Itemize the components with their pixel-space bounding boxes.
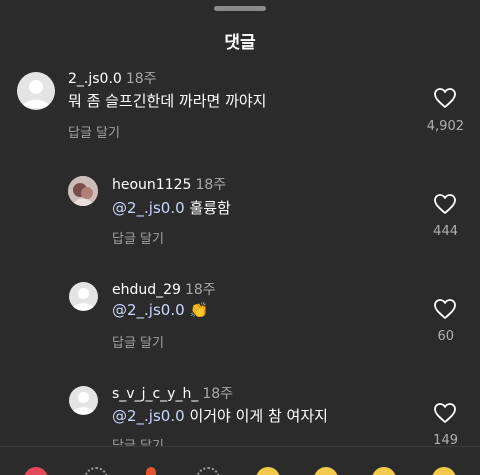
reply-button[interactable]: 답글 달기 bbox=[112, 228, 164, 247]
mention-link[interactable]: @2_.js0.0 bbox=[112, 407, 185, 425]
mention-link[interactable]: @2_.js0.0 bbox=[112, 301, 185, 319]
like-count: 60 bbox=[437, 329, 454, 344]
comment-time: 18주 bbox=[195, 177, 227, 193]
drag-handle[interactable] bbox=[214, 6, 266, 11]
comment-meta: ehdud_29 18주 bbox=[112, 279, 216, 299]
user-avatar[interactable] bbox=[68, 176, 98, 206]
comment-time: 18주 bbox=[184, 282, 216, 298]
heart-outline-icon[interactable] bbox=[433, 298, 457, 320]
heart-outline-icon[interactable] bbox=[433, 193, 457, 215]
comment-meta: 2_.js0.0 18주 bbox=[68, 68, 157, 88]
comment-username[interactable]: 2_.js0.0 bbox=[68, 71, 122, 87]
like-count: 444 bbox=[433, 224, 458, 239]
sheet-title: 댓글 bbox=[224, 33, 256, 53]
like-count: 4,902 bbox=[426, 119, 464, 134]
default-avatar-icon[interactable] bbox=[69, 282, 98, 311]
default-avatar-icon[interactable] bbox=[69, 386, 98, 415]
comment-text: @2_.js0.0 이거야 이게 참 여자지 bbox=[112, 405, 328, 426]
comment-time: 18주 bbox=[202, 386, 234, 402]
comment-text: @2_.js0.0 👏 bbox=[112, 301, 208, 319]
emoji-reaction-bar bbox=[0, 446, 480, 475]
reply-button[interactable]: 답글 달기 bbox=[112, 332, 164, 351]
default-avatar-icon[interactable] bbox=[17, 72, 55, 110]
comment-meta: s_v_j_c_y_h_ 18주 bbox=[112, 383, 233, 403]
clapping-hands-emoji: 👏 bbox=[189, 301, 209, 319]
reply-button[interactable]: 답글 달기 bbox=[68, 122, 120, 141]
heart-outline-icon[interactable] bbox=[433, 87, 457, 109]
mention-link[interactable]: @2_.js0.0 bbox=[112, 199, 185, 217]
comment-time: 18주 bbox=[125, 71, 157, 87]
comment-meta: heoun1125 18주 bbox=[112, 174, 226, 194]
comment-username[interactable]: s_v_j_c_y_h_ bbox=[112, 386, 198, 402]
comment-body: 훌륭함 bbox=[189, 199, 231, 217]
comment-text: 뭐 좀 슬프긴한데 까라면 까야지 bbox=[68, 92, 267, 110]
comment-text: @2_.js0.0 훌륭함 bbox=[112, 197, 231, 218]
heart-outline-icon[interactable] bbox=[433, 402, 457, 424]
comment-username[interactable]: ehdud_29 bbox=[112, 282, 181, 298]
comment-username[interactable]: heoun1125 bbox=[112, 177, 191, 193]
comment-body: 이거야 이게 참 여자지 bbox=[189, 407, 328, 425]
